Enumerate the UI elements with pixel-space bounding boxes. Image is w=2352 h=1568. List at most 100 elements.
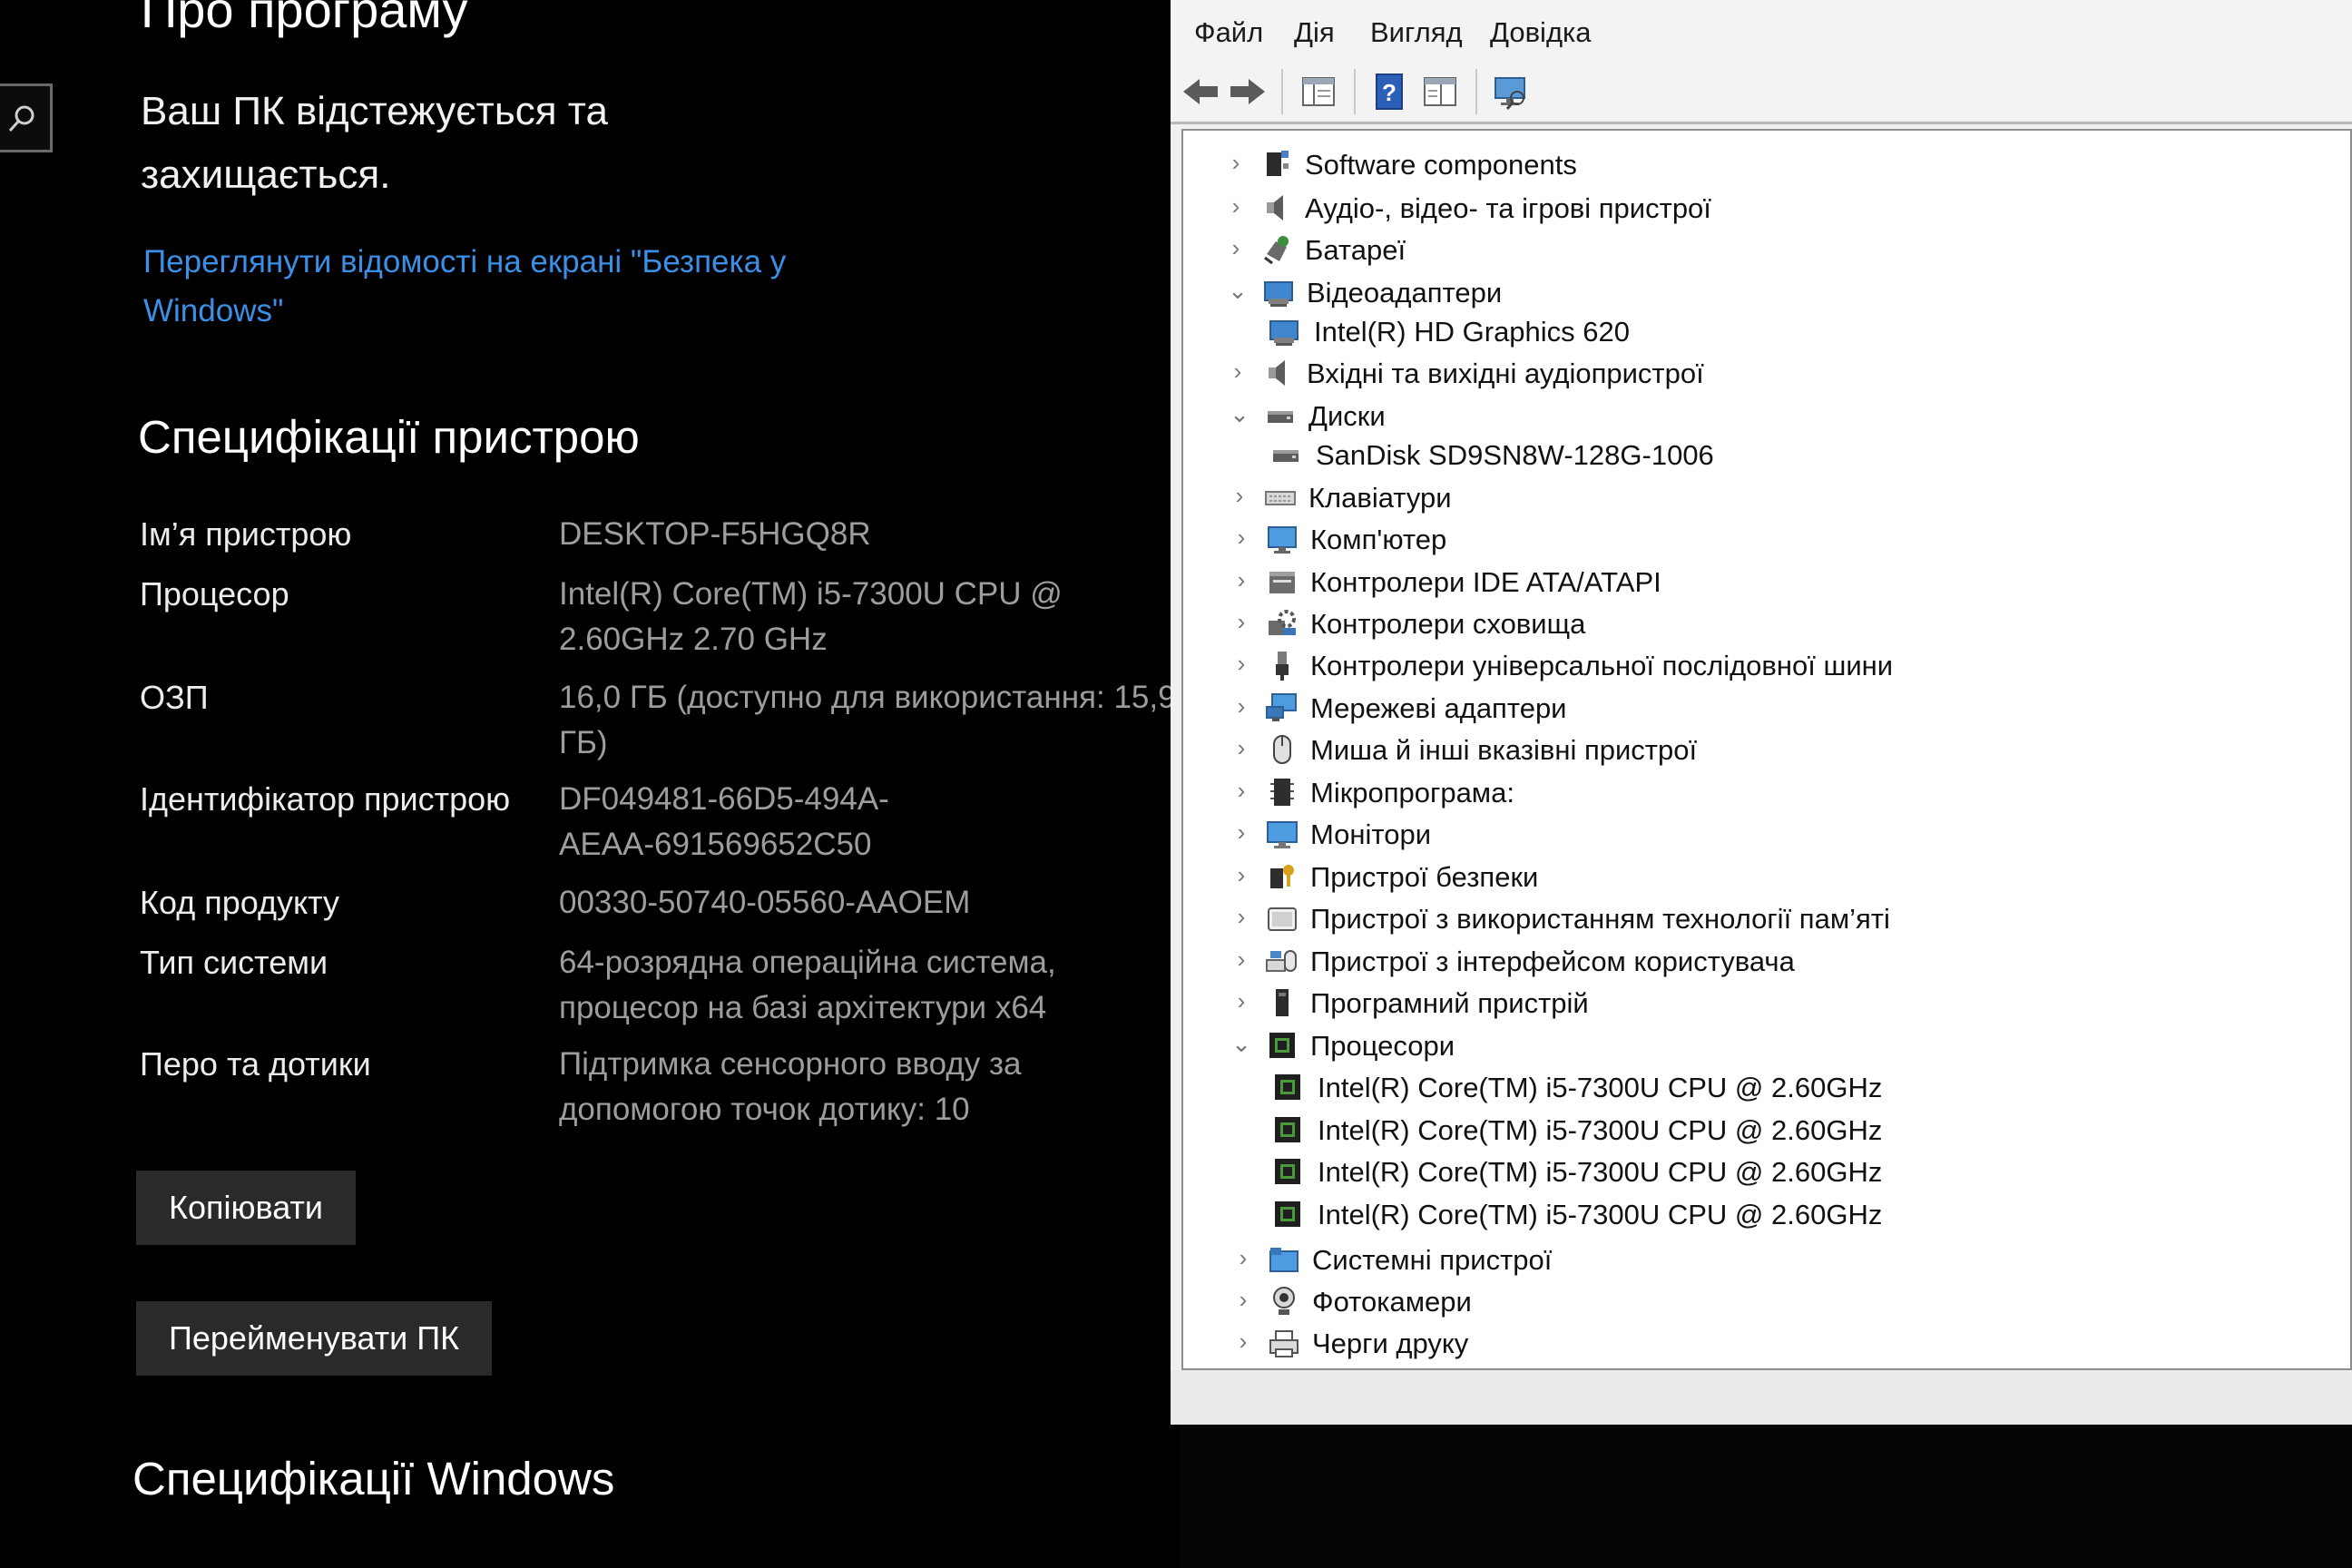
spec-row-ram: ОЗП 16,0 ГБ (доступно для використання: … [136, 679, 1180, 769]
device-tree-label: Intel(R) Core(TM) i5-7300U CPU @ 2.60GHz [1318, 1198, 1883, 1230]
memory-device-icon [1268, 907, 1297, 932]
usb-icon [1276, 652, 1289, 681]
device-tree-label: Монітори [1310, 818, 1432, 851]
processor-icon [1269, 1032, 1295, 1058]
chevron-right-icon[interactable]: › [1229, 524, 1254, 552]
device-tree-label: Мікропрограма: [1310, 776, 1514, 808]
menu-view[interactable]: Вигляд [1370, 16, 1463, 49]
back-arrow-icon[interactable] [1180, 71, 1221, 113]
chevron-right-icon[interactable]: › [1225, 358, 1250, 386]
chevron-right-icon[interactable]: › [1229, 608, 1254, 636]
device-tree-label: Клавіатури [1308, 481, 1452, 514]
windows-specs-heading: Специфікації Windows [132, 1453, 615, 1504]
chevron-right-icon[interactable]: › [1229, 861, 1254, 889]
chevron-right-icon[interactable]: › [1227, 482, 1252, 510]
forward-arrow-icon[interactable] [1227, 71, 1269, 113]
chevron-right-icon[interactable]: › [1229, 777, 1254, 805]
show-hide-console-tree-icon[interactable] [1298, 71, 1339, 113]
processor-icon [1275, 1074, 1300, 1101]
chevron-right-icon[interactable]: › [1229, 946, 1254, 974]
chevron-right-icon[interactable]: › [1229, 692, 1254, 720]
processor-icon [1275, 1200, 1300, 1227]
search-icon [8, 105, 34, 132]
system-devices-icon [1269, 1247, 1298, 1272]
chevron-right-icon[interactable]: › [1223, 192, 1249, 220]
device-tree-label: Фотокамери [1312, 1286, 1472, 1318]
chevron-right-icon[interactable]: › [1229, 734, 1254, 762]
chevron-down-icon[interactable]: ⌄ [1225, 277, 1250, 305]
spec-value: 64-розрядна операційна система, процесор… [559, 945, 1056, 1025]
printer-icon [1269, 1330, 1298, 1358]
chevron-right-icon[interactable]: › [1229, 987, 1254, 1015]
spec-value: 16,0 ГБ (доступно для використання: 15,9… [559, 680, 1176, 760]
network-adapter-icon [1266, 692, 1297, 721]
device-tree-label: Миша й інші вказівні пристрої [1310, 734, 1698, 767]
security-device-icon [1270, 864, 1294, 888]
device-tree-label: Диски [1308, 399, 1386, 432]
spec-row-processor: Процесор Intel(R) Core(TM) i5-7300U CPU … [136, 575, 1180, 666]
camera-icon [1273, 1287, 1295, 1315]
toolbar-separator [1281, 69, 1283, 114]
device-tree-label: Мережеві адаптери [1310, 691, 1567, 724]
processor-icon [1275, 1159, 1300, 1185]
spec-value: Intel(R) Core(TM) i5-7300U CPU @ 2.60GHz… [559, 576, 1063, 657]
firmware-icon [1270, 778, 1294, 806]
display-adapter-icon [1264, 280, 1293, 307]
toolbar: ? [1171, 62, 2352, 124]
device-tree-label: Пристрої безпеки [1310, 860, 1539, 893]
disk-drive-icon [1273, 450, 1298, 463]
display-adapter-icon [1269, 319, 1298, 346]
hid-icon [1266, 949, 1297, 972]
device-tree-label: Батареї [1305, 234, 1406, 267]
chevron-down-icon[interactable]: ⌄ [1227, 400, 1252, 428]
chevron-right-icon[interactable]: › [1229, 818, 1254, 847]
chevron-right-icon[interactable]: › [1229, 566, 1254, 594]
chevron-right-icon[interactable]: › [1230, 1244, 1256, 1272]
spec-label: Тип системи [140, 944, 328, 981]
menu-file[interactable]: Файл [1194, 16, 1263, 49]
device-manager-window: Файл Дія Вигляд Довідка ? › Software com… [1171, 0, 2352, 1425]
properties-icon[interactable] [1419, 71, 1461, 113]
chevron-right-icon[interactable]: › [1230, 1286, 1256, 1314]
device-tree-label: Intel(R) Core(TM) i5-7300U CPU @ 2.60GHz [1318, 1072, 1883, 1104]
mouse-icon [1273, 735, 1291, 765]
help-icon[interactable]: ? [1368, 71, 1410, 113]
keyboard-icon [1265, 490, 1296, 505]
search-button[interactable] [0, 83, 53, 152]
rename-pc-button[interactable]: Перейменувати ПК [136, 1301, 493, 1376]
spec-label: Ідентифікатор пристрою [140, 780, 511, 818]
spec-value: DESKTOP-F5HGQ8R [559, 516, 871, 552]
chevron-right-icon[interactable]: › [1229, 903, 1254, 931]
device-tree-label: Програмний пристрій [1310, 987, 1589, 1020]
chevron-right-icon[interactable]: › [1229, 650, 1254, 678]
device-tree-label: Пристрої з інтерфейсом користувача [1310, 945, 1795, 977]
menu-help[interactable]: Довідка [1490, 16, 1592, 49]
speaker-icon [1267, 194, 1283, 220]
copy-button[interactable]: Копіювати [136, 1171, 357, 1245]
menu-action[interactable]: Дія [1294, 16, 1335, 49]
chevron-right-icon[interactable]: › [1230, 1328, 1256, 1356]
device-tree-label: Контролери сховища [1310, 608, 1586, 640]
battery-icon [1264, 236, 1289, 265]
status-bar [1171, 1370, 2352, 1425]
chevron-down-icon[interactable]: ⌄ [1229, 1030, 1254, 1058]
device-tree-label: Системні пристрої [1312, 1243, 1553, 1276]
spec-row-system-type: Тип системи 64-розрядна операційна систе… [136, 944, 1180, 1034]
device-tree-label: Контролери універсальної послідовної шин… [1310, 650, 1894, 682]
chevron-right-icon[interactable]: › [1223, 149, 1249, 177]
device-tree-label: Аудіо-, відео- та ігрові пристрої [1305, 191, 1711, 224]
windows-security-link[interactable]: Переглянути відомості на екрані "Безпека… [143, 238, 833, 336]
spec-value: Підтримка сенсорного вводу за допомогою … [559, 1046, 1022, 1127]
device-tree-label: Intel(R) Core(TM) i5-7300U CPU @ 2.60GHz [1318, 1113, 1883, 1146]
device-tree-label: SanDisk SD9SN8W-128G-1006 [1316, 439, 1714, 472]
spec-label: Ім’я пристрою [140, 515, 352, 553]
toolbar-separator [1354, 69, 1356, 114]
device-tree-label: Відеоадаптери [1307, 276, 1503, 309]
software-components-icon [1267, 150, 1289, 176]
chevron-right-icon[interactable]: › [1223, 234, 1249, 262]
scan-hardware-icon[interactable] [1490, 71, 1532, 113]
spec-value: 00330-50740-05560-AAOEM [559, 885, 971, 920]
device-tree-label: Пристрої з використанням технології пам’… [1310, 903, 1890, 936]
device-tree-label: Intel(R) HD Graphics 620 [1314, 315, 1631, 348]
spec-label: Код продукту [140, 884, 340, 921]
